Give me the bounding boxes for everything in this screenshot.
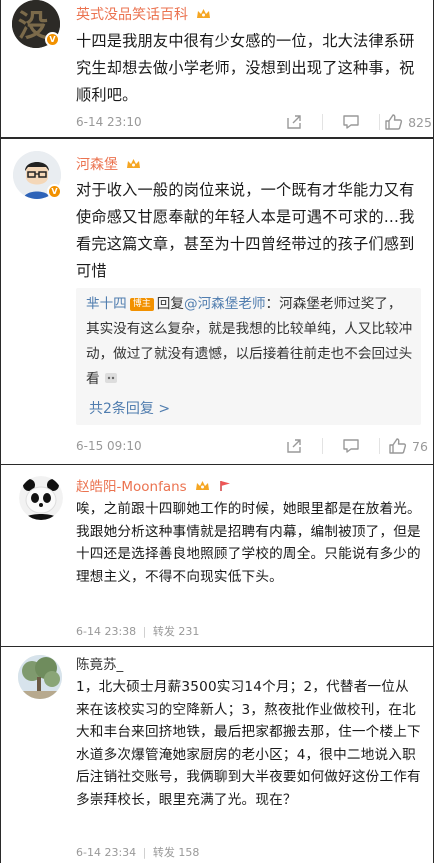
repost-count: 158 (178, 846, 200, 859)
timestamp: 6-14 23:10 (76, 115, 142, 129)
thumbs-up-icon (385, 114, 403, 130)
username[interactable]: 赵皓阳-Moonfans (76, 475, 233, 495)
comment-actions: 825 (266, 108, 433, 136)
reply-word: 回复 (156, 296, 184, 312)
comment-button[interactable] (323, 432, 379, 460)
comment-text: 唉，之前跟十四聊她工作的时候，她眼里都是在放着光。我跟她分析这种事情就是招聘有内… (76, 501, 421, 585)
comment-icon (343, 115, 359, 129)
mention-link[interactable]: @河森堡老师 (184, 296, 266, 312)
reply-text: 芈十四 博主 回复@河森堡老师：河森堡老师过奖了，其实没有这么复杂，就是我想的比较单… (86, 292, 414, 392)
comment-text: 对于收入一般的岗位来说，一个既有才华能力又有使命感又甘愿奉献的年轻人本是可遇不可… (76, 181, 415, 280)
more-replies-link[interactable]: 共2条回复 > (89, 398, 170, 418)
flag-icon (220, 481, 231, 491)
share-button[interactable] (266, 432, 322, 460)
repost-count: 231 (178, 625, 200, 638)
username[interactable]: 河森堡 (76, 154, 141, 174)
like-count: 825 (408, 114, 432, 130)
svg-text:没: 没 (18, 9, 48, 44)
comment-meta: 6-14 23:38 | 转发 231 (76, 623, 199, 639)
username[interactable]: 英式没品笑话百科 (76, 4, 211, 24)
verified-badge-icon: V (45, 32, 60, 47)
author-tag: 博主 (129, 298, 154, 311)
comment-button[interactable] (323, 108, 379, 136)
verified-badge-icon: V (47, 184, 62, 199)
like-count: 76 (412, 438, 428, 454)
repost-label[interactable]: 转发 (153, 625, 175, 638)
crown-icon (127, 159, 141, 168)
repost-label[interactable]: 转发 (153, 846, 175, 859)
comment-icon (343, 439, 359, 453)
divider: | (142, 625, 147, 638)
share-button[interactable] (266, 108, 322, 136)
avatar[interactable] (18, 655, 62, 699)
comment-meta: 6-14 23:34 | 转发 158 (76, 844, 199, 860)
comment-text: 十四是我朋友中很有少女感的一位，北大法律系研究生却想去做小学老师，没想到出现了这… (76, 32, 415, 104)
crown-icon (196, 481, 210, 490)
crown-icon (197, 9, 211, 18)
like-button[interactable]: 76 (380, 432, 433, 460)
comment-card: 没 V 英式没品笑话百科 十四是我朋友中很有少女感的一位，北大法律系研究生却想去… (0, 0, 434, 138)
comment-card: V 河森堡 对于收入一般的岗位来说，一个既有才华能力又有使命感又甘愿奉献的年轻人… (0, 138, 434, 465)
share-icon (287, 115, 301, 129)
timestamp: 6-14 23:34 (76, 846, 137, 859)
thumbs-up-icon (389, 438, 407, 454)
like-button[interactable]: 825 (380, 108, 433, 136)
comment-text: 1，北大硕士月薪3500实习14个月；2，代替者一位从来在该校实习的空降新人；3… (76, 679, 421, 808)
username[interactable]: 陈竟苏_ (76, 653, 123, 673)
divider: | (142, 846, 147, 859)
emoji-icon (104, 373, 117, 383)
share-icon (287, 439, 301, 453)
comment-actions: 76 (266, 432, 433, 460)
timestamp: 6-15 09:10 (76, 439, 142, 453)
timestamp: 6-14 23:38 (76, 625, 137, 638)
reply-author[interactable]: 芈十四 (86, 296, 127, 312)
comment-card: 陈竟苏_ 1，北大硕士月薪3500实习14个月；2，代替者一位从来在该校实习的空… (0, 646, 434, 863)
comment-card: 赵皓阳-Moonfans 唉，之前跟十四聊她工作的时候，她眼里都是在放着光。我跟… (0, 464, 434, 647)
avatar[interactable] (19, 476, 63, 520)
